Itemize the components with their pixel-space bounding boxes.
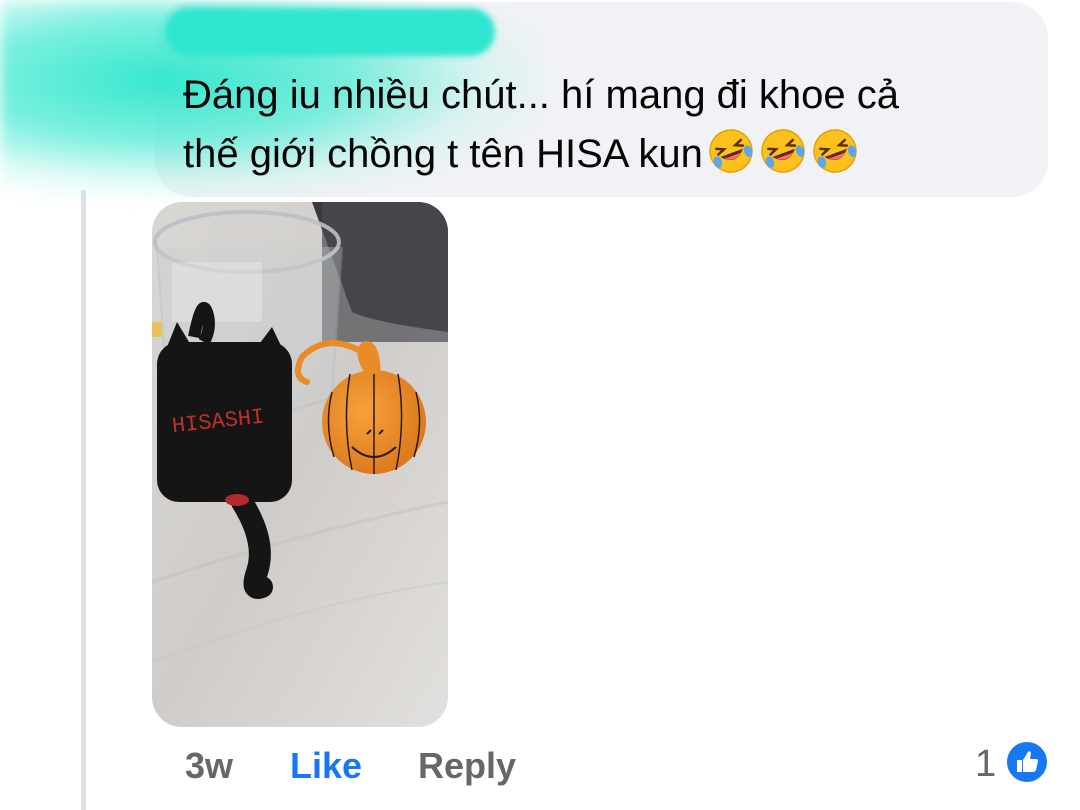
thread-line [81,190,86,810]
comment-line-2-text: thế giới chồng t tên HISA kun [183,132,703,176]
like-thumb-icon[interactable] [1005,740,1049,784]
reaction-count[interactable]: 1 [975,743,996,786]
comment-text: Đáng iu nhiều chút... hí mang đi khoe cả… [183,66,1023,184]
comment-timestamp[interactable]: 3w [185,745,233,787]
crochet-photo-illustration: HISASHI [152,202,448,727]
redaction-blob [165,8,495,56]
comment-line-1: Đáng iu nhiều chút... hí mang đi khoe cả [183,73,900,117]
laughing-emoji-icon [761,129,805,173]
laughing-emoji-icon [813,129,857,173]
like-button[interactable]: Like [290,745,362,787]
reply-button[interactable]: Reply [418,745,516,787]
comment-line-2: thế giới chồng t tên HISA kun [183,125,1023,184]
comment-photo[interactable]: HISASHI [152,202,448,727]
laughing-emoji-icon [709,129,753,173]
